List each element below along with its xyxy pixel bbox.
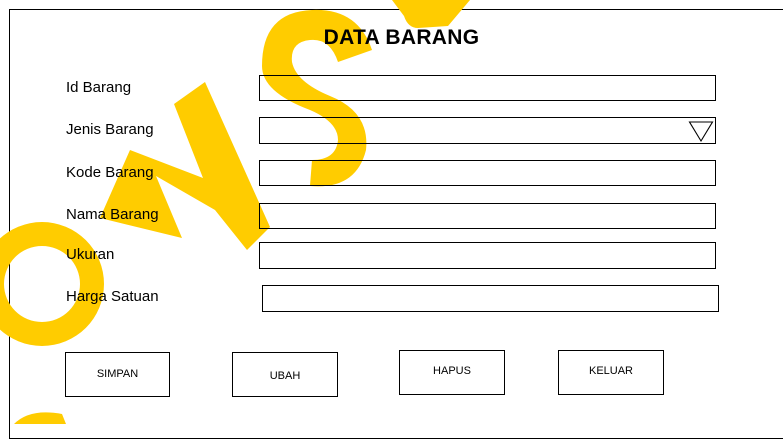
ubah-button[interactable]: UBAH	[232, 352, 338, 397]
label-harga-satuan: Harga Satuan	[66, 288, 159, 305]
simpan-button[interactable]: SIMPAN	[65, 352, 170, 397]
hapus-button[interactable]: HAPUS	[399, 350, 505, 395]
harga-satuan-input[interactable]	[262, 285, 719, 312]
label-jenis-barang: Jenis Barang	[66, 121, 154, 138]
keluar-button-label: KELUAR	[588, 365, 634, 377]
hapus-button-label: HAPUS	[433, 365, 471, 377]
ubah-button-label: UBAH	[269, 370, 301, 382]
label-kode-barang: Kode Barang	[66, 164, 154, 181]
jenis-barang-select[interactable]	[259, 117, 716, 144]
id-barang-input[interactable]	[259, 75, 716, 101]
label-ukuran: Ukuran	[66, 246, 115, 263]
kode-barang-input[interactable]	[259, 160, 716, 186]
page-title: DATA BARANG	[323, 26, 480, 49]
keluar-button[interactable]: KELUAR	[558, 350, 664, 395]
ukuran-input[interactable]	[259, 242, 716, 269]
simpan-button-label: SIMPAN	[96, 368, 139, 380]
triangle-down-icon[interactable]	[688, 119, 714, 143]
label-id-barang: Id Barang	[66, 79, 132, 96]
label-nama-barang: Nama Barang	[66, 206, 159, 223]
nama-barang-input[interactable]	[259, 203, 716, 229]
